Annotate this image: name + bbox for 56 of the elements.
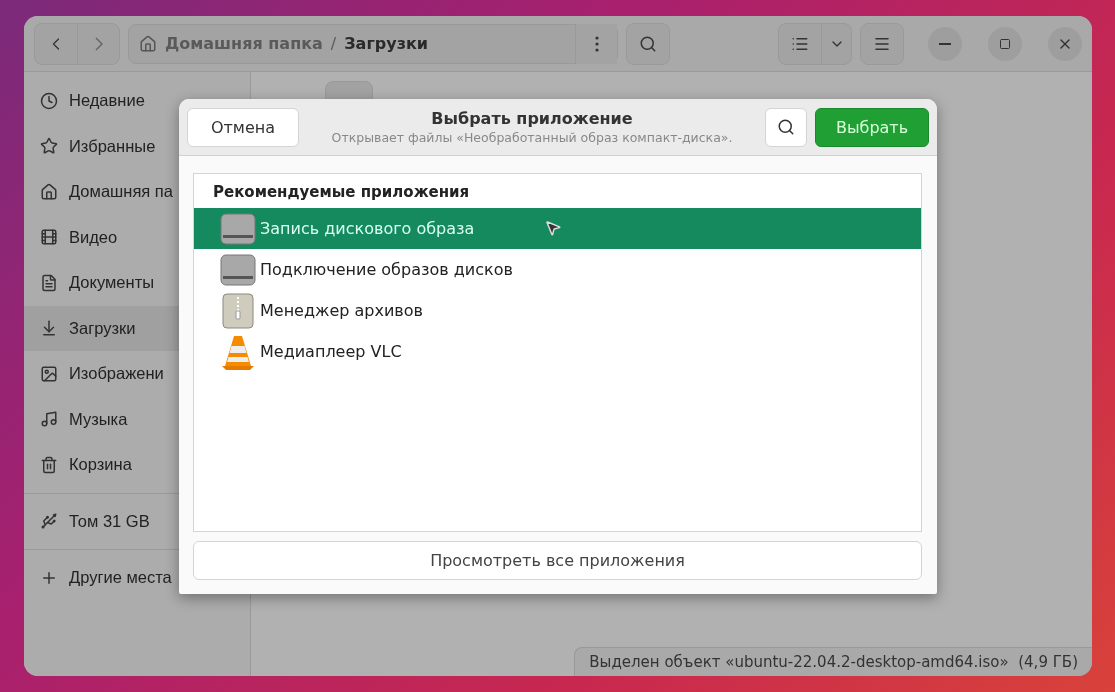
sidebar-item[interactable]: Том 31 GB xyxy=(24,498,250,544)
app-name: Подключение образов дисков xyxy=(260,260,513,279)
maximize-icon xyxy=(999,37,1011,50)
home-icon xyxy=(40,182,58,201)
film-icon xyxy=(40,228,58,247)
home-icon xyxy=(139,34,157,53)
sidebar-label: Музыка xyxy=(69,409,128,429)
minimize-icon xyxy=(939,42,951,45)
star-icon xyxy=(40,137,58,156)
sidebar-label: Избранные xyxy=(69,136,156,156)
disk-drive-icon xyxy=(220,212,256,245)
search-button[interactable] xyxy=(765,107,807,147)
disk-drive-icon xyxy=(220,253,256,286)
path-menu-button[interactable] xyxy=(575,23,617,64)
view-all-button[interactable]: Просмотреть все приложения xyxy=(193,541,922,580)
sidebar-label: Недавние xyxy=(69,91,145,111)
music-note-icon xyxy=(40,410,58,429)
chevron-right-icon xyxy=(94,36,103,51)
cancel-button[interactable]: Отмена xyxy=(187,107,299,147)
sidebar-label: Загрузки xyxy=(69,318,136,338)
archive-icon xyxy=(220,292,256,329)
dialog-subtitle: Открывает файлы «Необработанный образ компакт-диска». xyxy=(331,130,733,145)
path-separator: / xyxy=(330,34,337,53)
maximize-button[interactable] xyxy=(988,26,1022,61)
sidebar-label: Документы xyxy=(69,273,155,293)
search-icon xyxy=(777,118,795,136)
app-name: Запись дискового образа xyxy=(260,219,475,238)
sidebar-item[interactable]: Корзина xyxy=(24,442,250,488)
app-name: Менеджер архивов xyxy=(260,301,423,320)
minimize-button[interactable] xyxy=(928,26,962,61)
sidebar-label: Домашняя па xyxy=(69,182,173,202)
document-icon xyxy=(40,273,58,292)
sidebar-label: Корзина xyxy=(69,455,132,475)
clock-icon xyxy=(40,91,58,110)
dialog-title: Выбрать приложение xyxy=(431,109,633,128)
section-heading: Рекомендуемые приложения xyxy=(212,182,471,203)
menu-button[interactable] xyxy=(861,23,903,64)
download-icon xyxy=(40,319,58,338)
more-icon xyxy=(594,35,599,52)
sidebar-label: Другие места xyxy=(69,568,172,588)
search-button[interactable] xyxy=(627,23,669,64)
sidebar-item[interactable]: Музыка xyxy=(24,396,250,442)
image-icon xyxy=(40,364,58,383)
path-crumb[interactable]: Загрузки xyxy=(344,34,428,53)
status-bar: Выделен объект «ubuntu-22.04.2-desktop-amd64.iso» (4,9 ГБ) xyxy=(574,647,1092,676)
sidebar-label: Изображени xyxy=(69,364,164,384)
close-button[interactable] xyxy=(1048,26,1082,61)
app-row[interactable]: Запись дискового образа xyxy=(194,208,921,249)
sidebar-label: Видео xyxy=(69,227,118,247)
app-name: Медиаплеер VLC xyxy=(260,342,402,361)
trash-icon xyxy=(40,455,58,474)
usb-icon xyxy=(40,512,58,531)
traffic-cone-icon xyxy=(220,333,256,370)
search-icon xyxy=(639,34,657,53)
mouse-pointer-icon xyxy=(544,219,562,237)
sidebar-label: Том 31 GB xyxy=(69,511,150,531)
